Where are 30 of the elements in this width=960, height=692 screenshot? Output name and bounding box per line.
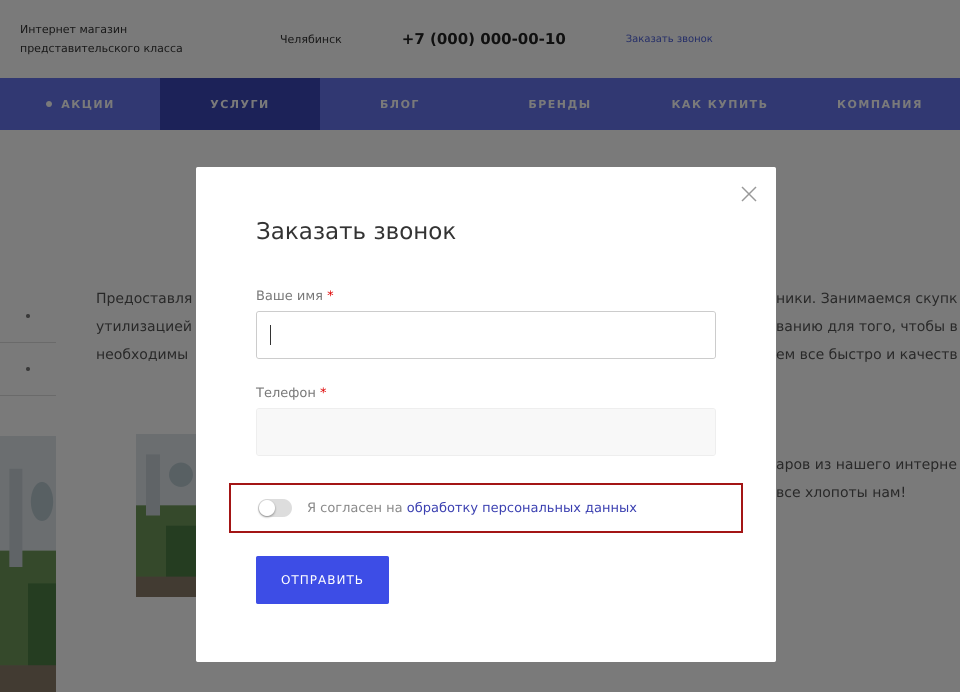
- phone-number: +7 (000) 000-00-10: [402, 30, 566, 48]
- body-text: утилизацией: [96, 318, 193, 336]
- callback-link[interactable]: Заказать звонок: [626, 34, 713, 44]
- field-label: Телефон *: [256, 386, 328, 401]
- body-text: ванию для того, чтобы в: [776, 318, 958, 336]
- input-field[interactable]: [256, 311, 716, 359]
- nav-tab[interactable]: КАК КУПИТЬ: [640, 78, 800, 130]
- nav-tab[interactable]: БЛОГ: [320, 78, 480, 130]
- body-text: ники. Занимаемся скупк: [776, 290, 958, 308]
- body-text: необходимы: [96, 346, 190, 364]
- nav-tab[interactable]: БРЕНДЫ: [480, 78, 640, 130]
- consent-text: Я согласен на обработку персональных данных: [307, 500, 637, 516]
- body-text: Предоставля: [96, 290, 194, 308]
- nav-tab[interactable]: АКЦИИ: [0, 78, 160, 130]
- nav-tab[interactable]: УСЛУГИ: [160, 78, 320, 130]
- store-tagline: Интернет магазин: [20, 23, 128, 36]
- body-text: ем все быстро и качеств: [776, 346, 958, 364]
- dot-icon: [26, 314, 30, 318]
- city-selector[interactable]: Челябинск: [280, 32, 342, 46]
- body-text: все хлопоты нам!: [776, 484, 908, 502]
- nav-tab[interactable]: КОМПАНИЯ: [800, 78, 960, 130]
- submit-button[interactable]: ОТПРАВИТЬ: [256, 556, 389, 604]
- consent-toggle[interactable]: [258, 499, 292, 517]
- store-tagline: представительского класса: [20, 42, 184, 55]
- close-icon[interactable]: [741, 186, 757, 202]
- dialog-title: Заказать звонок: [256, 219, 458, 245]
- body-text: аров из нашего интерне: [776, 456, 958, 474]
- privacy-link[interactable]: обработку персональных данных: [406, 500, 637, 516]
- field-label: Ваше имя *: [256, 289, 335, 304]
- dot-icon: [26, 367, 30, 371]
